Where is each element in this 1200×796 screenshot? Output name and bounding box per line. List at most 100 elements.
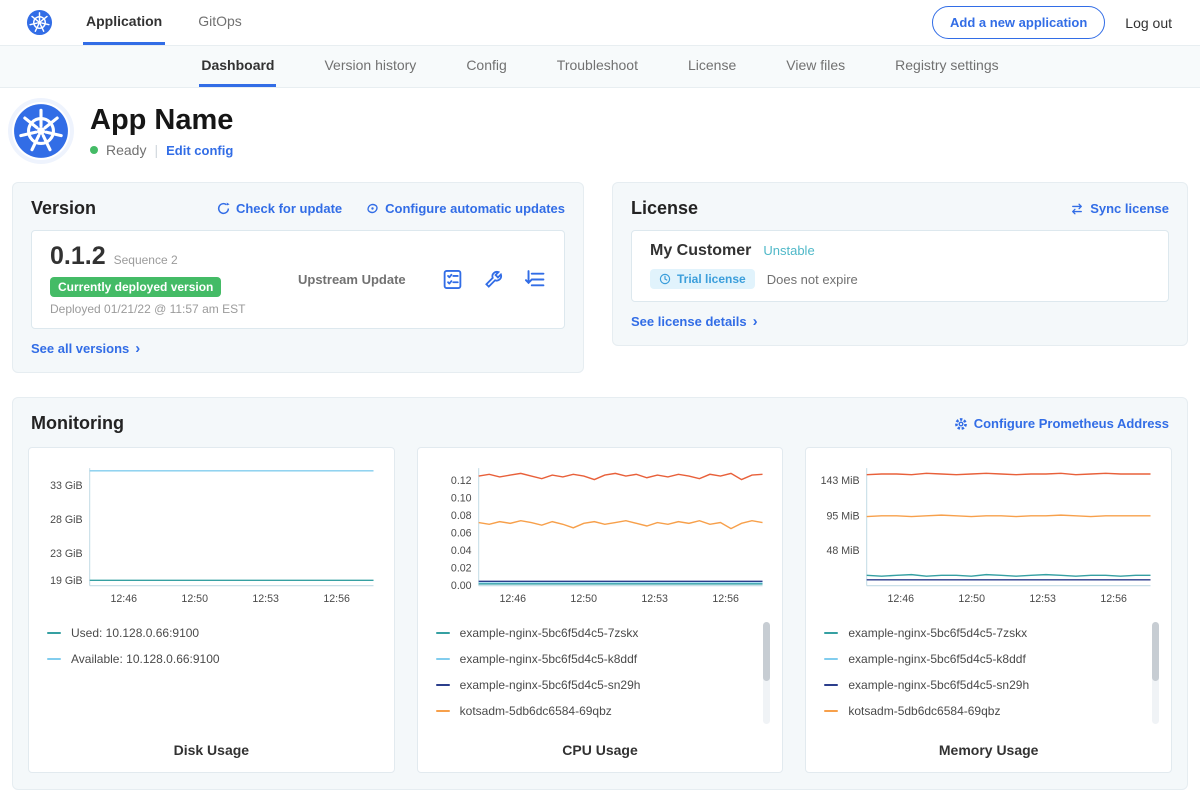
view-diff-icon[interactable]	[524, 269, 546, 290]
svg-text:12:50: 12:50	[181, 593, 208, 605]
add-new-application-button[interactable]: Add a new application	[932, 6, 1105, 39]
legend-label: example-nginx-5bc6f5d4c5-k8ddf	[460, 652, 637, 666]
legend-label: kotsadm-5db6dc6584-69qbz	[460, 704, 612, 718]
legend-dash-icon	[824, 684, 838, 686]
svg-text:33 GiB: 33 GiB	[50, 480, 82, 492]
nav-tab-gitops[interactable]: GitOps	[195, 0, 245, 45]
legend-item[interactable]: kotsadm-5db6dc6584-69qbz	[824, 698, 1153, 724]
chart-title: CPU Usage	[428, 742, 773, 758]
legend-label: example-nginx-5bc6f5d4c5-sn29h	[848, 678, 1029, 692]
version-card: Version Check for update Configure autom…	[12, 182, 584, 373]
chart-title: Memory Usage	[816, 742, 1161, 758]
svg-text:0.04: 0.04	[451, 545, 472, 557]
legend-item[interactable]: example-nginx-5bc6f5d4c5-sn29h	[824, 672, 1153, 698]
legend-item[interactable]: example-nginx-5bc6f5d4c5-sn29h	[436, 672, 765, 698]
version-number: 0.1.2	[50, 242, 106, 271]
svg-text:0.12: 0.12	[451, 475, 472, 487]
chart-title: Disk Usage	[39, 742, 384, 758]
status-badge: Ready	[106, 142, 146, 158]
tab-view-files[interactable]: View files	[784, 46, 847, 87]
kubernetes-logo-icon	[26, 0, 53, 45]
legend-item[interactable]: example-nginx-5bc6f5d4c5-7zskx	[436, 620, 765, 646]
release-notes-icon[interactable]	[442, 269, 463, 290]
check-for-update-link[interactable]: Check for update	[217, 201, 342, 216]
deployed-timestamp: Deployed 01/21/22 @ 11:57 am EST	[50, 302, 262, 316]
svg-text:12:53: 12:53	[1030, 593, 1057, 605]
license-type-badge: Trial license	[650, 269, 755, 289]
current-version-box: 0.1.2 Sequence 2 Currently deployed vers…	[31, 230, 565, 329]
legend-dash-icon	[47, 632, 61, 634]
legend-scrollbar[interactable]	[1152, 622, 1159, 724]
svg-text:95 MiB: 95 MiB	[827, 510, 860, 522]
monitoring-card: Monitoring Configure Prometheus Address …	[12, 397, 1188, 790]
svg-text:0.00: 0.00	[451, 580, 472, 592]
chevron-right-icon: ›	[135, 341, 140, 356]
legend-item[interactable]: kotsadm-5db6dc6584-69qbz	[436, 698, 765, 724]
legend-item[interactable]: Available: 10.128.0.66:9100	[47, 646, 376, 672]
legend-dash-icon	[436, 632, 450, 634]
svg-text:12:46: 12:46	[888, 593, 915, 605]
monitoring-title: Monitoring	[31, 413, 124, 434]
svg-text:143 MiB: 143 MiB	[821, 475, 860, 487]
tab-registry-settings[interactable]: Registry settings	[893, 46, 1000, 87]
see-license-details-link[interactable]: See license details ›	[631, 314, 758, 329]
legend-label: example-nginx-5bc6f5d4c5-sn29h	[460, 678, 641, 692]
legend-label: Available: 10.128.0.66:9100	[71, 652, 220, 666]
configure-prometheus-link[interactable]: Configure Prometheus Address	[954, 416, 1169, 431]
legend-dash-icon	[824, 710, 838, 712]
tab-dashboard[interactable]: Dashboard	[199, 46, 276, 87]
legend-dash-icon	[824, 632, 838, 634]
tab-troubleshoot[interactable]: Troubleshoot	[555, 46, 640, 87]
svg-text:48 MiB: 48 MiB	[827, 545, 860, 557]
tab-config[interactable]: Config	[464, 46, 508, 87]
see-all-versions-link[interactable]: See all versions ›	[31, 341, 140, 356]
svg-text:0.02: 0.02	[451, 563, 472, 575]
disk-usage-chart: 33 GiB28 GiB23 GiB19 GiB12:4612:5012:531…	[39, 460, 384, 612]
disk-usage-legend: Used: 10.128.0.66:9100 Available: 10.128.…	[39, 618, 384, 730]
chevron-right-icon: ›	[753, 314, 758, 329]
page-title: App Name	[90, 104, 233, 137]
legend-dash-icon	[436, 684, 450, 686]
tab-version-history[interactable]: Version history	[322, 46, 418, 87]
version-card-title: Version	[31, 198, 96, 219]
clock-icon	[659, 273, 671, 285]
tab-license[interactable]: License	[686, 46, 738, 87]
svg-text:28 GiB: 28 GiB	[50, 514, 82, 526]
sequence-label: Sequence 2	[114, 253, 178, 267]
svg-text:12:53: 12:53	[641, 593, 668, 605]
legend-label: example-nginx-5bc6f5d4c5-k8ddf	[848, 652, 1025, 666]
legend-item[interactable]: example-nginx-5bc6f5d4c5-7zskx	[824, 620, 1153, 646]
top-navbar: Application GitOps Add a new application…	[0, 0, 1200, 45]
legend-dash-icon	[436, 710, 450, 712]
app-subnav: Dashboard Version history Config Trouble…	[0, 45, 1200, 88]
legend-label: kotsadm-5db6dc6584-69qbz	[848, 704, 1000, 718]
license-card: License Sync license My Customer Unstabl…	[612, 182, 1188, 346]
legend-scrollbar[interactable]	[763, 622, 770, 724]
svg-text:0.06: 0.06	[451, 528, 472, 540]
legend-dash-icon	[824, 658, 838, 660]
divider: |	[154, 142, 158, 158]
configure-automatic-updates-link[interactable]: Configure automatic updates	[366, 201, 565, 216]
legend-dash-icon	[47, 658, 61, 660]
gear-icon	[954, 417, 968, 431]
logout-link[interactable]: Log out	[1125, 15, 1172, 31]
status-dot-icon	[90, 146, 98, 154]
license-info-box: My Customer Unstable Trial license Does …	[631, 230, 1169, 302]
disk-usage-panel: 33 GiB28 GiB23 GiB19 GiB12:4612:5012:531…	[28, 447, 395, 773]
sync-license-link[interactable]: Sync license	[1070, 201, 1169, 216]
svg-text:12:56: 12:56	[1101, 593, 1128, 605]
channel-label: Unstable	[763, 243, 814, 258]
cpu-usage-chart: 0.120.100.080.060.040.020.0012:4612:5012…	[428, 460, 773, 612]
svg-text:12:56: 12:56	[323, 593, 350, 605]
legend-item[interactable]: example-nginx-5bc6f5d4c5-k8ddf	[824, 646, 1153, 672]
nav-tab-application[interactable]: Application	[83, 0, 165, 45]
edit-config-link[interactable]: Edit config	[166, 143, 233, 158]
cpu-usage-legend: example-nginx-5bc6f5d4c5-7zskx example-ng…	[428, 618, 773, 730]
legend-item[interactable]: example-nginx-5bc6f5d4c5-k8ddf	[436, 646, 765, 672]
legend-item[interactable]: Used: 10.128.0.66:9100	[47, 620, 376, 646]
svg-text:12:53: 12:53	[252, 593, 279, 605]
svg-text:23 GiB: 23 GiB	[50, 548, 82, 560]
customer-name: My Customer	[650, 242, 751, 260]
svg-text:12:46: 12:46	[110, 593, 137, 605]
config-wrench-icon[interactable]	[483, 269, 504, 290]
